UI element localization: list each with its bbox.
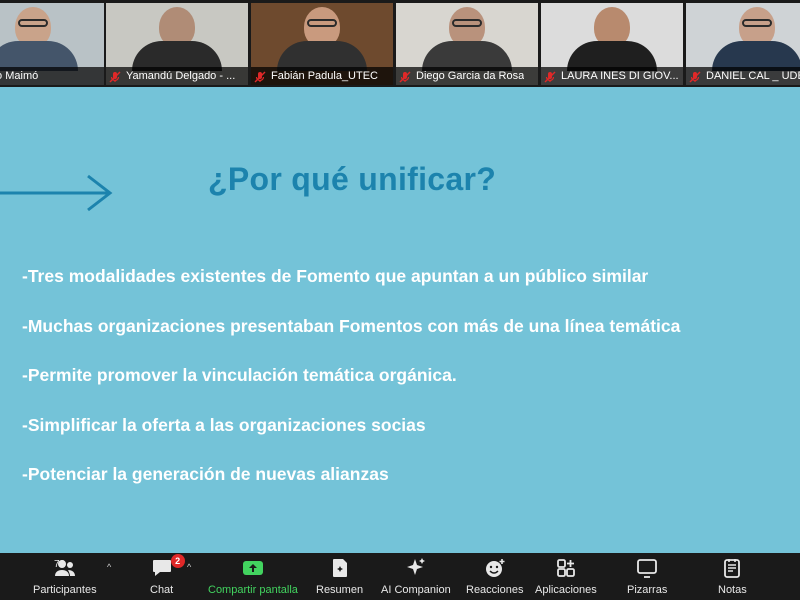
participant-name: LAURA INES DI GIOV... xyxy=(561,70,679,82)
summary-icon xyxy=(329,557,351,579)
glasses-marker xyxy=(742,19,772,27)
participants-button[interactable]: 78 Participantes xyxy=(33,557,97,596)
participant-namebar: Diego Garcia da Rosa xyxy=(396,67,538,85)
summary-button[interactable]: Resumen xyxy=(316,557,363,596)
shared-slide: ¿Por qué unificar? -Tres modalidades exi… xyxy=(0,87,800,553)
slide-bullet: -Permite promover la vinculación temátic… xyxy=(22,365,457,385)
participant-name: Diego Garcia da Rosa xyxy=(416,70,525,82)
reactions-button[interactable]: Reacciones xyxy=(466,557,523,596)
glasses-marker xyxy=(452,19,482,27)
share-screen-label: Compartir pantalla xyxy=(208,584,298,596)
participants-label: Participantes xyxy=(33,584,97,596)
share-screen-button[interactable]: Compartir pantalla xyxy=(208,557,298,596)
participant-tile[interactable]: Yamandú Delgado - ... xyxy=(106,3,248,85)
participant-avatar xyxy=(277,7,367,71)
participant-avatar xyxy=(567,7,657,71)
participant-tile[interactable]: acio Maimó xyxy=(0,3,104,85)
share-screen-icon xyxy=(242,557,264,579)
participant-name: acio Maimó xyxy=(0,70,39,82)
whiteboards-label: Pizarras xyxy=(627,584,668,596)
participant-namebar: Fabián Padula_UTEC xyxy=(251,67,393,85)
mic-muted-icon xyxy=(254,70,266,83)
chat-unread-badge: 2 xyxy=(170,554,185,568)
slide-bullet: -Muchas organizaciones presentaban Fomen… xyxy=(22,315,681,336)
ai-companion-button[interactable]: AI Companion xyxy=(381,557,451,596)
slide-bullet: -Simplificar la oferta a las organizacio… xyxy=(22,414,426,435)
ai-companion-label: AI Companion xyxy=(381,584,451,596)
participants-caret[interactable]: ^ xyxy=(107,562,111,572)
glasses-marker xyxy=(18,19,48,27)
meeting-toolbar: 78 Participantes ^ 2 Chat ^ Compartir pa… xyxy=(0,553,800,600)
participant-namebar: LAURA INES DI GIOV... xyxy=(541,67,683,85)
apps-icon xyxy=(555,557,577,579)
whiteboards-button[interactable]: Pizarras xyxy=(627,557,667,596)
participant-name: Fabián Padula_UTEC xyxy=(271,70,379,82)
chat-icon: 2 xyxy=(151,554,185,579)
apps-button[interactable]: Aplicaciones xyxy=(535,557,597,596)
arrow-right-icon xyxy=(0,174,113,212)
chat-caret[interactable]: ^ xyxy=(187,562,191,572)
participant-name: DANIEL CAL _ UDE xyxy=(706,70,800,82)
participant-avatar xyxy=(0,7,78,71)
slide-bullet: -Tres modalidades existentes de Fomento … xyxy=(22,266,649,286)
participant-tile[interactable]: Diego Garcia da Rosa xyxy=(396,3,538,85)
mic-muted-icon xyxy=(109,70,121,83)
notes-label: Notas xyxy=(718,584,747,596)
participant-strip: acio Maimó Yamandú Delgado - ... Fabián … xyxy=(0,0,800,87)
chat-button[interactable]: 2 Chat xyxy=(150,554,185,596)
participant-tile[interactable]: Fabián Padula_UTEC xyxy=(251,3,393,85)
participant-tile[interactable]: LAURA INES DI GIOV... xyxy=(541,3,683,85)
participant-namebar: Yamandú Delgado - ... xyxy=(106,67,248,85)
notes-button[interactable]: Notas xyxy=(718,557,747,596)
reactions-label: Reacciones xyxy=(466,584,524,596)
mic-muted-icon xyxy=(689,70,701,83)
mic-muted-icon xyxy=(399,70,411,83)
whiteboard-icon xyxy=(636,557,658,579)
participant-namebar: DANIEL CAL _ UDE xyxy=(686,67,800,85)
mic-muted-icon xyxy=(544,70,556,83)
slide-bullet: -Potenciar la generación de nuevas alian… xyxy=(22,464,389,484)
glasses-marker xyxy=(307,19,337,27)
participants-count: 78 xyxy=(54,559,66,570)
participant-avatar xyxy=(132,7,222,71)
sparkle-icon xyxy=(405,557,427,579)
notes-icon xyxy=(721,557,743,579)
participant-namebar: acio Maimó xyxy=(0,67,104,85)
summary-label: Resumen xyxy=(316,584,364,596)
participant-avatar xyxy=(422,7,512,71)
chat-label: Chat xyxy=(150,584,174,596)
participant-name: Yamandú Delgado - ... xyxy=(126,70,236,82)
smiley-icon xyxy=(484,557,506,579)
participant-avatar xyxy=(712,7,800,71)
apps-label: Aplicaciones xyxy=(535,584,597,596)
slide-bullet-list: -Tres modalidades existentes de Fomento … xyxy=(22,266,680,514)
slide-title: ¿Por qué unificar? xyxy=(208,161,497,197)
participant-tile[interactable]: DANIEL CAL _ UDE xyxy=(686,3,800,85)
